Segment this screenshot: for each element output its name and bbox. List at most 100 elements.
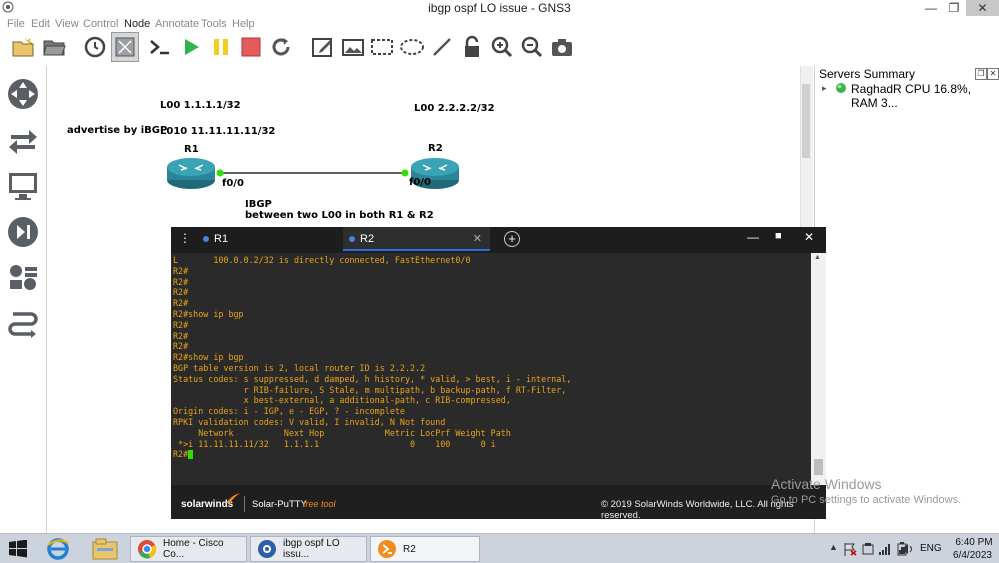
terminal-cursor [188, 450, 194, 460]
menu-control[interactable]: Control [83, 18, 118, 30]
device-dock [0, 66, 46, 536]
windows-start-icon[interactable] [9, 540, 27, 558]
zoom-in-icon[interactable] [488, 32, 516, 62]
taskbar-item-label: R2 [403, 543, 416, 555]
tab-r2-label: R2 [360, 233, 375, 245]
r1-port-status-dot [216, 169, 224, 177]
screenshot-icon[interactable] [548, 32, 576, 62]
r1-router-icon[interactable] [165, 156, 217, 190]
draw-rectangle-icon[interactable] [368, 32, 396, 62]
play-icon[interactable] [177, 32, 205, 62]
browse-switches-icon[interactable] [7, 124, 39, 156]
ibgp-note-title[interactable]: IBGP [245, 199, 272, 210]
draw-line-icon[interactable] [428, 32, 456, 62]
menu-annotate[interactable]: Annotate [155, 18, 199, 30]
browse-end-devices-icon[interactable] [7, 170, 39, 202]
menu-tools[interactable]: Tools [201, 18, 227, 30]
stop-icon[interactable] [237, 32, 265, 62]
action-center-flag-icon[interactable] [843, 542, 857, 556]
lock-icon[interactable] [458, 32, 486, 62]
insert-picture-icon[interactable] [339, 32, 367, 62]
taskbar-item-chrome[interactable]: Home - Cisco Co... [130, 536, 247, 562]
r2-hostname[interactable]: R2 [428, 143, 443, 154]
terminal-prompt-line: R2# [173, 449, 811, 460]
r1-hostname[interactable]: R1 [184, 144, 199, 155]
server-status-icon [836, 83, 846, 93]
close-tab-icon[interactable]: ✕ [473, 227, 482, 251]
terminal-output[interactable]: L 100.0.0.2/32 is directly connected, Fa… [171, 253, 811, 485]
input-language[interactable]: ENG [920, 543, 942, 554]
new-tab-icon[interactable]: + [504, 231, 520, 247]
kebab-menu-icon[interactable]: ⋮ [179, 231, 191, 245]
taskbar-item-putty[interactable]: R2 [370, 536, 480, 562]
open-project-icon[interactable] [40, 32, 68, 62]
activate-windows-title: Activate Windows [771, 476, 882, 492]
clock-time[interactable]: 6:40 PM [954, 537, 994, 548]
server-entry[interactable]: RaghadR CPU 16.8%, RAM 3... [851, 82, 999, 110]
menu-node[interactable]: Node [124, 18, 150, 30]
tab-r2[interactable]: R2 ✕ [343, 227, 490, 251]
menu-file[interactable]: File [7, 18, 25, 30]
expand-arrow-icon[interactable]: ▸ [822, 83, 827, 94]
internet-explorer-icon[interactable] [46, 537, 70, 561]
snapshot-clock-icon[interactable] [81, 32, 109, 62]
console-all-icon[interactable] [146, 32, 174, 62]
product-tag: free tool [303, 499, 336, 509]
taskbar-item-gns3[interactable]: ibgp ospf LO issu... [250, 536, 367, 562]
file-explorer-icon[interactable] [92, 538, 118, 560]
browse-all-devices-icon[interactable] [7, 262, 39, 294]
servers-summary-title: Servers Summary [819, 67, 916, 81]
network-signal-icon[interactable] [878, 542, 892, 556]
add-link-icon[interactable] [7, 308, 39, 340]
terminal-scrollbar[interactable]: ▲ [811, 253, 826, 485]
maximize-button[interactable]: ❐ [943, 0, 965, 16]
putty-close-icon[interactable]: ✕ [804, 230, 814, 244]
toolbar [0, 32, 999, 64]
product-name: Solar-PuTTY [252, 499, 307, 510]
terminal-line: L 100.0.0.2/32 is directly connected, Fa… [173, 255, 471, 265]
terminal-line: R2# [173, 265, 189, 276]
terminal-scroll-thumb[interactable] [814, 459, 823, 475]
new-project-icon[interactable] [9, 32, 37, 62]
r1-loopback0-note[interactable]: L00 1.1.1.1/32 [160, 100, 241, 111]
minimize-button[interactable]: — [920, 0, 942, 16]
title-bar: ibgp ospf LO issue - GNS3 — ❐ ✕ [0, 0, 999, 16]
putty-maximize-icon[interactable]: ■ [775, 230, 782, 242]
browse-security-devices-icon[interactable] [7, 216, 39, 248]
r2-port-status-dot [401, 169, 409, 177]
terminal-line: R2# [173, 276, 189, 287]
menu-edit[interactable]: Edit [31, 18, 50, 30]
show-hidden-icons-icon[interactable]: ▲ [829, 542, 838, 552]
undock-panel-button[interactable]: ❐ [975, 68, 987, 80]
r2-port-label[interactable]: f0/0 [409, 177, 431, 188]
canvas-scroll-thumb[interactable] [802, 84, 810, 158]
scroll-up-icon[interactable]: ▲ [814, 254, 821, 261]
terminal-line: BGP table version is 2, local router ID … [173, 362, 426, 373]
add-note-icon[interactable] [309, 32, 337, 62]
servers-summary-panel: Servers Summary ❐ ✕ ▸ RaghadR CPU 16.8%,… [814, 66, 999, 536]
r1-port-label[interactable]: f0/0 [222, 178, 244, 189]
session-dot-icon [349, 236, 355, 243]
putty-minimize-icon[interactable]: — [747, 230, 759, 244]
draw-ellipse-icon[interactable] [398, 32, 426, 62]
close-button[interactable]: ✕ [966, 0, 999, 16]
menu-help[interactable]: Help [232, 18, 255, 30]
solar-putty-window: ⋮ R1 R2 ✕ + — ■ ✕ L 100.0.0.2/32 is dire… [171, 227, 826, 521]
zoom-out-icon[interactable] [518, 32, 546, 62]
solarwinds-flare-icon [226, 493, 240, 503]
terminal-line: R2# [173, 319, 189, 330]
ibgp-note-detail[interactable]: between two L00 in both R1 & R2 [245, 210, 434, 221]
browse-routers-icon[interactable] [7, 78, 39, 110]
show-interface-labels-icon[interactable] [111, 32, 139, 62]
r2-loopback0-note[interactable]: L00 2.2.2.2/32 [414, 103, 495, 114]
pause-icon[interactable] [207, 32, 235, 62]
taskbar-item-label: Home - Cisco Co... [163, 538, 224, 560]
volume-icon[interactable] [900, 542, 914, 556]
removable-device-icon[interactable] [861, 542, 875, 556]
menu-bar: File Edit View Control Node Annotate Too… [0, 16, 999, 32]
close-panel-button[interactable]: ✕ [987, 68, 999, 80]
tab-r1[interactable]: R1 [195, 227, 351, 251]
reload-icon[interactable] [267, 32, 295, 62]
clock-date[interactable]: 6/4/2023 [950, 550, 995, 561]
menu-view[interactable]: View [55, 18, 79, 30]
